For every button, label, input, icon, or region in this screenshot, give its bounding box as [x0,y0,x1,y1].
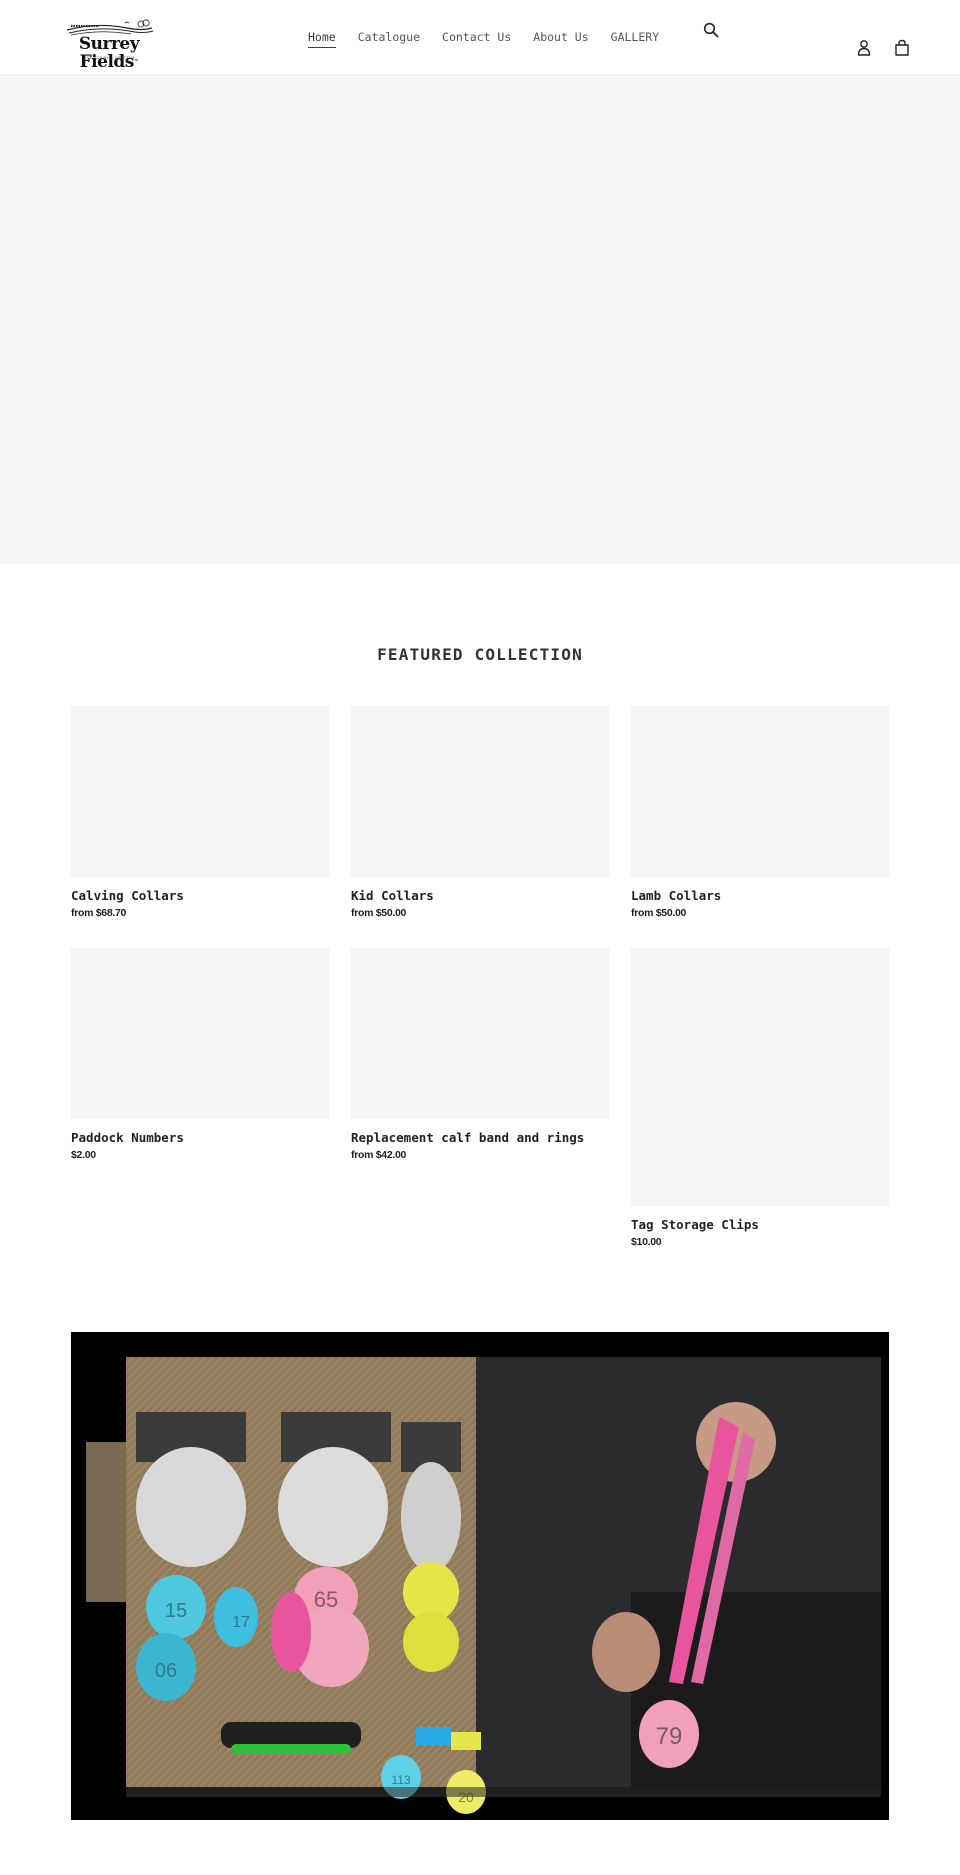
product-price: $2.00 [71,1149,96,1161]
svg-text:65: 65 [314,1587,338,1612]
product-title[interactable]: Lamb Collars [631,888,889,904]
svg-text:113: 113 [391,1773,410,1787]
logo-tagline: EST 2020 BY K. GRATTAN [83,56,135,60]
search-icon [703,22,719,38]
nav-gallery[interactable]: GALLERY [611,30,659,48]
nav-home[interactable]: Home [308,30,336,48]
product-card[interactable]: Calving Collars from $68.70 [71,706,329,920]
site-header: Surrey Fields™ EST 2020 BY K. GRATTAN Ho… [0,0,960,76]
product-image[interactable] [71,948,329,1119]
cart-button[interactable] [892,38,912,58]
product-title[interactable]: Kid Collars [351,888,609,904]
product-price: from $50.00 [351,907,407,919]
cart-icon [895,39,909,56]
featured-collection-title: FEATURED COLLECTION [377,645,583,664]
product-image[interactable] [71,706,329,877]
product-card[interactable]: Lamb Collars from $50.00 [631,706,889,920]
svg-text:17: 17 [232,1614,250,1631]
svg-text:79: 79 [656,1723,683,1750]
product-price: from $50.00 [631,907,687,919]
product-price: from $42.00 [351,1149,407,1161]
product-video[interactable]: 79 15 17 06 65 113 20 [71,1332,889,1820]
nav-about-us[interactable]: About Us [533,30,588,48]
account-icon [857,40,871,56]
product-image[interactable] [351,706,609,877]
product-price: from $68.70 [71,907,127,919]
account-button[interactable] [854,38,874,58]
product-image[interactable] [631,706,889,877]
product-title[interactable]: Calving Collars [71,888,329,904]
product-price: $10.00 [631,1236,662,1248]
product-card[interactable]: Replacement calf band and rings from $42… [351,948,609,1162]
product-image[interactable] [631,948,889,1206]
logo-wordmark: Surrey Fields™ [78,34,140,72]
search-button[interactable] [701,20,721,40]
product-title[interactable]: Replacement calf band and rings [351,1130,609,1146]
product-card[interactable]: Kid Collars from $50.00 [351,706,609,920]
product-title[interactable]: Tag Storage Clips [631,1217,889,1233]
product-card[interactable]: Tag Storage Clips $10.00 [631,948,889,1249]
product-title[interactable]: Paddock Numbers [71,1130,329,1146]
nav-catalogue[interactable]: Catalogue [358,30,420,48]
main-nav: Home Catalogue Contact Us About Us GALLE… [308,30,681,48]
product-image[interactable] [351,948,609,1119]
svg-text:15: 15 [165,1600,187,1622]
video-frame-illustration: 79 15 17 06 65 113 20 [71,1332,889,1820]
svg-text:06: 06 [155,1660,177,1682]
site-logo[interactable]: Surrey Fields™ EST 2020 BY K. GRATTAN [57,18,161,71]
nav-contact-us[interactable]: Contact Us [442,30,511,48]
hero-banner [0,77,960,564]
product-card[interactable]: Paddock Numbers $2.00 [71,948,329,1162]
